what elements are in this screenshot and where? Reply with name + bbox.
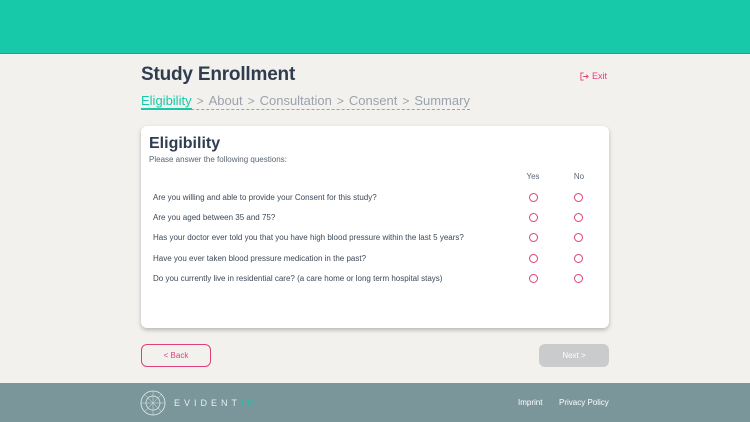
breadcrumb-consent[interactable]: Consent [349, 93, 397, 108]
radio-yes[interactable] [529, 193, 538, 202]
card-title: Eligibility [149, 135, 221, 152]
radio-yes[interactable] [529, 254, 538, 263]
exit-link[interactable]: Exit [580, 71, 607, 81]
page-header: Study Enrollment Exit [141, 64, 609, 86]
question-row: Have you ever taken blood pressure medic… [153, 253, 603, 265]
breadcrumb-summary[interactable]: Summary [414, 93, 470, 108]
question-row: Are you aged between 35 and 75? [153, 212, 603, 224]
page-title: Study Enrollment [141, 64, 296, 85]
breadcrumb-consultation[interactable]: Consultation [260, 93, 332, 108]
question-text: Are you aged between 35 and 75? [153, 213, 276, 222]
question-row: Are you willing and able to provide your… [153, 192, 603, 204]
logo-text-accent: IQ [241, 398, 259, 408]
logo-mark-icon [140, 390, 166, 416]
top-banner [0, 0, 750, 54]
radio-no[interactable] [574, 233, 583, 242]
question-text: Do you currently live in residential car… [153, 274, 443, 283]
footer: EVIDENTIQ Imprint Privacy Policy [0, 383, 750, 422]
radio-yes[interactable] [529, 274, 538, 283]
breadcrumb-eligibility[interactable]: Eligibility [141, 93, 192, 110]
question-text: Have you ever taken blood pressure medic… [153, 254, 367, 263]
breadcrumb-about[interactable]: About [209, 93, 243, 108]
question-text: Are you willing and able to provide your… [153, 193, 377, 202]
logo-text: EVIDENTIQ [174, 398, 259, 408]
next-button[interactable]: Next > [539, 344, 609, 367]
radio-no[interactable] [574, 274, 583, 283]
chevron-right-icon: > [336, 93, 344, 108]
chevron-right-icon: > [196, 93, 204, 108]
question-row: Do you currently live in residential car… [153, 273, 603, 285]
chevron-right-icon: > [247, 93, 255, 108]
radio-no[interactable] [574, 213, 583, 222]
chevron-right-icon: > [402, 93, 410, 108]
exit-icon [580, 71, 589, 81]
logo-text-main: EVIDENT [174, 398, 242, 408]
card-subtitle: Please answer the following questions: [149, 155, 287, 164]
breadcrumb: Eligibility > About > Consultation > Con… [141, 93, 470, 110]
exit-label: Exit [591, 71, 607, 81]
radio-yes[interactable] [529, 213, 538, 222]
column-header-yes: Yes [526, 172, 540, 181]
radio-no[interactable] [574, 193, 583, 202]
imprint-link[interactable]: Imprint [518, 398, 542, 407]
radio-no[interactable] [574, 254, 583, 263]
privacy-policy-link[interactable]: Privacy Policy [559, 398, 609, 407]
question-text: Has your doctor ever told you that you h… [153, 233, 464, 242]
evidentiq-logo: EVIDENTIQ [140, 390, 259, 416]
column-header-no: No [573, 172, 585, 181]
question-row: Has your doctor ever told you that you h… [153, 232, 603, 244]
back-button[interactable]: < Back [141, 344, 211, 367]
radio-yes[interactable] [529, 233, 538, 242]
eligibility-card: Eligibility Please answer the following … [141, 126, 609, 328]
